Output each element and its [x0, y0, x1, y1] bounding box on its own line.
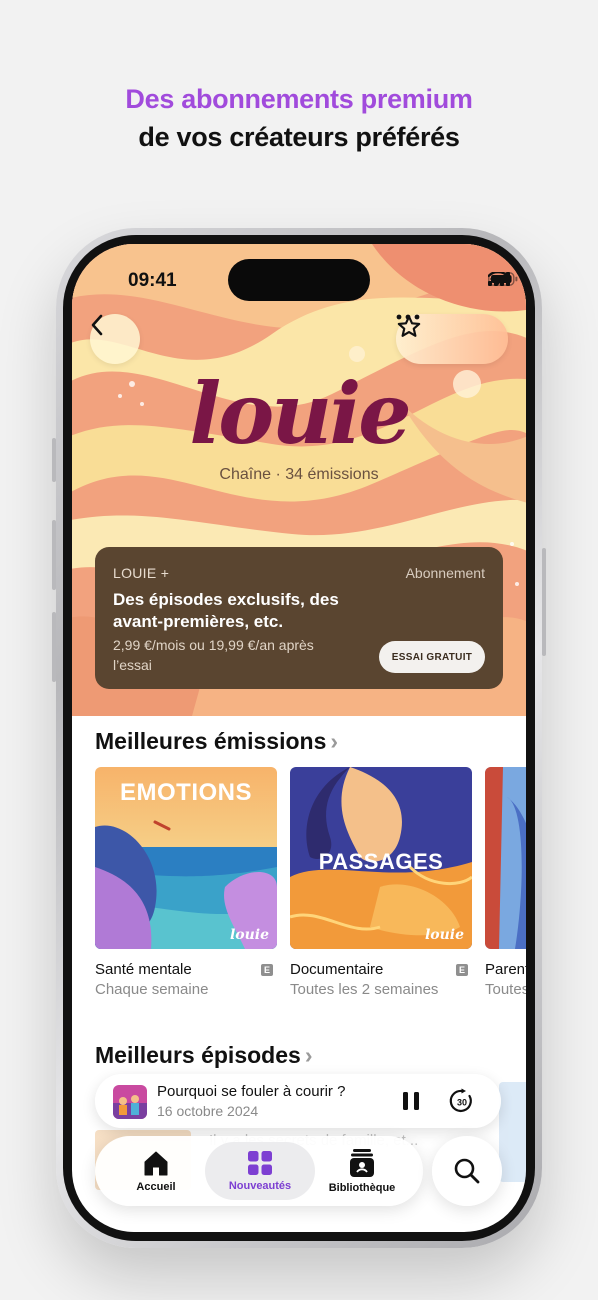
skip-label: 30 — [457, 1098, 467, 1108]
show-category: Documentaire — [290, 961, 384, 978]
show-card[interactable]: Parentalité Toutes les semaines — [485, 767, 526, 998]
skip-forward-30-icon[interactable]: 30 — [449, 1088, 475, 1114]
ellipsis-icon — [396, 314, 420, 320]
mini-player[interactable]: Pourquoi se fouler à courir ? 16 octobre… — [95, 1074, 501, 1128]
show-art-brand: louie — [424, 927, 464, 943]
show-artwork: PASSAGES louie — [290, 767, 472, 949]
tab-home[interactable]: Accueil — [101, 1142, 211, 1200]
subscription-card[interactable]: LOUIE + Abonnement Des épisodes exclusif… — [95, 547, 503, 689]
now-playing-date: 16 octobre 2024 — [157, 1103, 259, 1119]
search-icon — [454, 1158, 480, 1184]
channel-logo: louie — [189, 364, 411, 463]
chevron-left-icon — [91, 314, 103, 336]
top-shows-title: Meilleures émissions — [95, 728, 327, 754]
subscription-tag: LOUIE + — [113, 565, 170, 581]
channel-meta: Chaîne · 34 émissions — [219, 466, 379, 483]
show-art-brand: louie — [229, 927, 269, 943]
headline-line-2: de vos créateurs préférés — [138, 122, 460, 152]
now-playing-title: Pourquoi se fouler à courir ? — [157, 1083, 346, 1100]
back-button[interactable] — [90, 314, 140, 364]
show-card[interactable]: EMOTIONS louie Santé mentale E Chaque se… — [95, 767, 277, 998]
top-episodes-header[interactable]: Meilleurs épisodes › — [95, 1042, 312, 1069]
episode-thumbnail — [499, 1082, 526, 1182]
free-trial-button[interactable]: ESSAI GRATUIT — [379, 641, 485, 673]
top-episodes-title: Meilleurs épisodes — [95, 1042, 301, 1068]
tab-label: Bibliothèque — [328, 1182, 396, 1194]
show-frequency: Toutes les 2 semaines — [290, 981, 439, 998]
home-icon — [144, 1151, 168, 1176]
explicit-badge: E — [456, 964, 468, 976]
side-button — [52, 438, 56, 482]
subscription-price: 2,99 €/mois ou 19,99 €/an après l’essai — [113, 637, 314, 673]
top-shows-header[interactable]: Meilleures émissions › — [95, 728, 338, 755]
library-icon — [350, 1149, 374, 1177]
pause-icon[interactable] — [399, 1089, 423, 1113]
show-artwork — [485, 767, 526, 949]
more-button[interactable] — [396, 314, 506, 364]
tab-bar: Accueil Nouveautés Bibliothèque — [95, 1136, 423, 1206]
chevron-right-icon: › — [330, 728, 339, 754]
search-button[interactable] — [432, 1136, 502, 1206]
show-artwork: EMOTIONS louie — [95, 767, 277, 949]
tab-library[interactable]: Bibliothèque — [307, 1142, 417, 1200]
show-category: Parentalité — [485, 961, 526, 978]
parenting-artwork — [485, 767, 526, 949]
grid-icon — [248, 1151, 272, 1175]
favorite-button[interactable] — [396, 314, 446, 364]
side-button — [52, 612, 56, 682]
channel-hero: 09:41 louie Chaîne · 34 émissions LOUIE … — [72, 244, 526, 716]
tab-label: Accueil — [136, 1181, 176, 1193]
subscription-title: Des épisodes exclusifs, des avant-premiè… — [113, 590, 339, 631]
status-time: 09:41 — [128, 270, 177, 291]
subscription-kind: Abonnement — [405, 565, 485, 581]
show-category: Santé mentale — [95, 961, 192, 978]
side-button — [542, 548, 546, 656]
app-screen: 09:41 louie Chaîne · 34 émissions LOUIE … — [72, 244, 526, 1232]
show-card[interactable]: PASSAGES louie Documentaire E Toutes les… — [290, 767, 472, 998]
header-actions — [396, 314, 508, 364]
headline-line-1: Des abonnements premium — [125, 84, 473, 114]
show-frequency: Toutes les semaines — [485, 981, 526, 998]
show-art-title: PASSAGES — [318, 849, 444, 874]
show-frequency: Chaque semaine — [95, 981, 209, 998]
show-art-title: EMOTIONS — [119, 779, 252, 806]
headline: Des abonnements premium de vos créateurs… — [0, 80, 598, 156]
dynamic-island — [228, 259, 370, 301]
episode-artwork — [113, 1085, 147, 1119]
tab-new[interactable]: Nouveautés — [205, 1142, 315, 1200]
chevron-right-icon: › — [304, 1042, 313, 1068]
explicit-badge: E — [261, 964, 273, 976]
now-playing-artwork — [113, 1085, 147, 1119]
side-button — [52, 520, 56, 590]
tab-label: Nouveautés — [228, 1180, 292, 1192]
battery-icon — [488, 272, 518, 286]
